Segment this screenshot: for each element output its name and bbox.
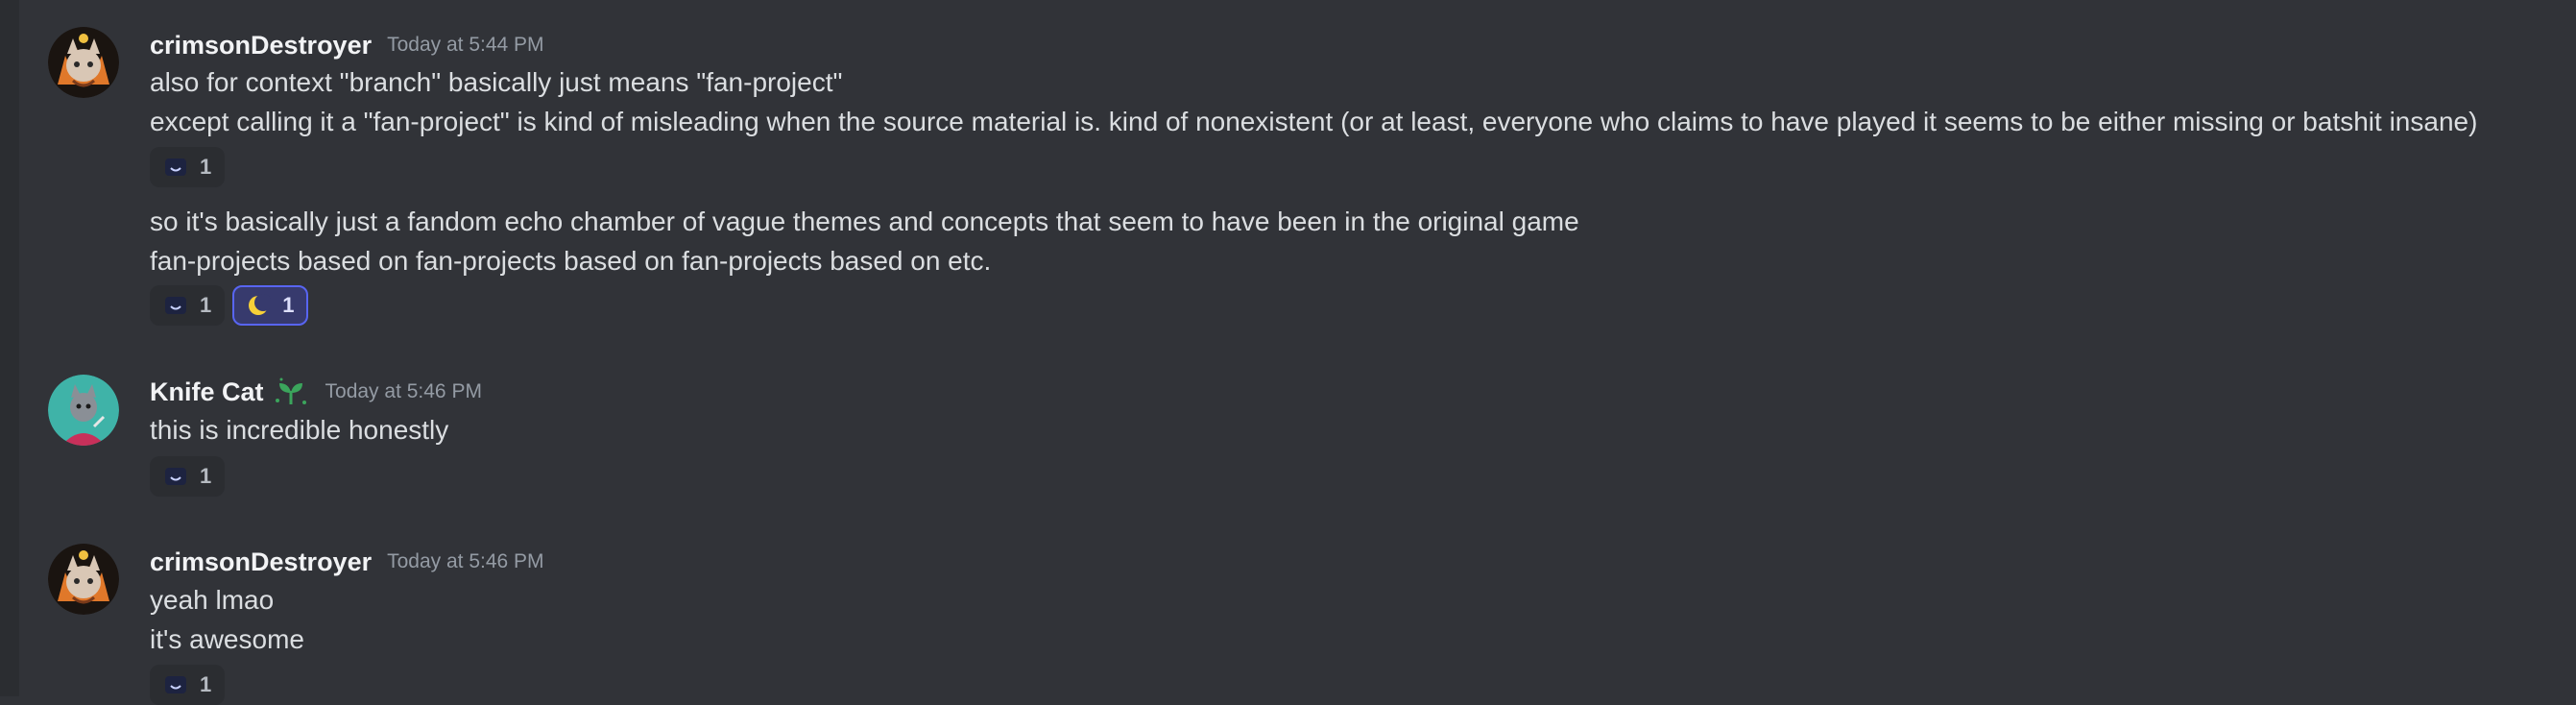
message-text: yeah lmao bbox=[150, 585, 275, 615]
reaction-count: 1 bbox=[200, 672, 212, 696]
timestamp[interactable]: Today at 5:46 PM bbox=[387, 550, 543, 573]
dark-smile-emoji-icon bbox=[163, 155, 188, 180]
reaction-bar: 1 bbox=[150, 147, 226, 187]
username[interactable]: crimsonDestroyer bbox=[150, 31, 372, 61]
message-text: except calling it a "fan-project" is kin… bbox=[150, 107, 2478, 136]
reaction-bar: 1 bbox=[150, 665, 226, 705]
message-text: fan-projects based on fan-projects based… bbox=[150, 246, 992, 276]
sprout-icon[interactable] bbox=[272, 376, 310, 408]
avatar[interactable] bbox=[48, 375, 119, 446]
message-text: so it's basically just a fandom echo cha… bbox=[150, 207, 1579, 236]
username[interactable]: Knife Cat bbox=[150, 377, 264, 407]
reaction-count: 1 bbox=[200, 464, 212, 488]
message-text: this is incredible honestly bbox=[150, 415, 449, 445]
username[interactable]: crimsonDestroyer bbox=[150, 547, 372, 577]
reaction-count: 1 bbox=[200, 155, 212, 179]
reaction-count: 1 bbox=[200, 293, 212, 317]
message-text: it's awesome bbox=[150, 624, 304, 654]
avatar[interactable] bbox=[48, 544, 119, 615]
message-header: crimsonDestroyer Today at 5:44 PM bbox=[150, 29, 544, 61]
reaction-bar: 1 bbox=[150, 456, 226, 497]
message-header: Knife Cat Today at 5:46 PM bbox=[150, 376, 482, 408]
chat-message-list: crimsonDestroyer Today at 5:44 PM also f… bbox=[19, 0, 2576, 705]
left-edge bbox=[0, 0, 19, 696]
reaction-button-selected[interactable]: 1 bbox=[232, 285, 308, 326]
reaction-button[interactable]: 1 bbox=[150, 456, 226, 497]
message-header: crimsonDestroyer Today at 5:46 PM bbox=[150, 546, 544, 578]
reaction-button[interactable]: 1 bbox=[150, 285, 226, 326]
dark-smile-emoji-icon bbox=[163, 672, 188, 697]
timestamp[interactable]: Today at 5:44 PM bbox=[387, 34, 543, 57]
reaction-button[interactable]: 1 bbox=[150, 147, 226, 187]
reaction-count: 1 bbox=[282, 293, 295, 317]
reaction-button[interactable]: 1 bbox=[150, 665, 226, 705]
avatar[interactable] bbox=[48, 27, 119, 98]
crescent-moon-emoji-icon bbox=[246, 293, 273, 318]
timestamp[interactable]: Today at 5:46 PM bbox=[325, 380, 482, 403]
message-text: also for context "branch" basically just… bbox=[150, 67, 843, 97]
dark-smile-emoji-icon bbox=[163, 293, 188, 318]
dark-smile-emoji-icon bbox=[163, 464, 188, 489]
reaction-bar: 1 1 bbox=[150, 285, 308, 326]
